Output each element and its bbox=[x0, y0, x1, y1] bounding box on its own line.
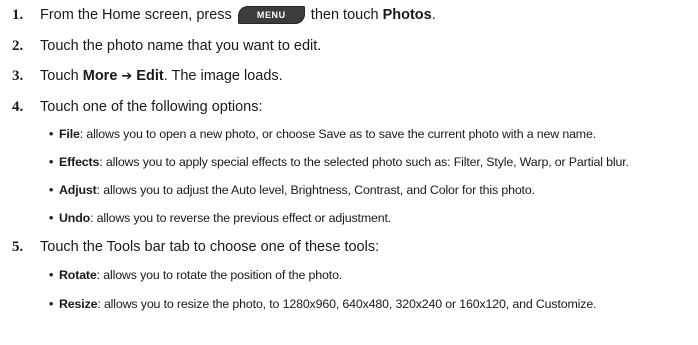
bullet-icon: • bbox=[49, 155, 54, 169]
option-effects: • Effects: allows you to apply special ef… bbox=[49, 152, 629, 172]
step-text: Touch the photo name that you want to ed… bbox=[40, 38, 322, 54]
step-bold-term: Edit bbox=[136, 68, 164, 84]
menu-key-icon: MENU bbox=[237, 6, 305, 24]
tool-term: Rotate bbox=[59, 268, 97, 282]
option-description: : allows you to adjust the Auto level, B… bbox=[96, 183, 535, 197]
option-term: Effects bbox=[59, 155, 100, 169]
option-file: • File: allows you to open a new photo, o… bbox=[49, 124, 596, 144]
option-description: : allows you to open a new photo, or cho… bbox=[79, 127, 597, 141]
bullet-icon: • bbox=[49, 127, 54, 141]
bullet-icon: • bbox=[49, 297, 54, 311]
step-number: 2. bbox=[12, 37, 24, 54]
step-text-part: Touch bbox=[40, 68, 79, 84]
step-number: 4. bbox=[12, 98, 24, 115]
step-number: 3. bbox=[12, 67, 24, 84]
step-text-part: From the Home screen, press bbox=[40, 7, 232, 23]
step-bold-term: More bbox=[82, 68, 118, 84]
option-term: File bbox=[59, 127, 80, 141]
bullet-icon: • bbox=[49, 268, 54, 282]
bullet-icon: • bbox=[49, 211, 54, 225]
instruction-page: 1. From the Home screen, press MENU then… bbox=[0, 0, 698, 345]
step-text-part: . The image loads. bbox=[163, 68, 283, 84]
right-arrow-icon: ➔ bbox=[121, 68, 133, 84]
step-text: Touch More ➔ Edit. The image loads. bbox=[40, 68, 283, 84]
option-description: : allows you to reverse the previous eff… bbox=[90, 211, 392, 225]
step-text: Touch the Tools bar tab to choose one of… bbox=[40, 239, 380, 255]
step-number: 5. bbox=[12, 238, 24, 255]
step-number: 1. bbox=[12, 6, 24, 23]
step-text: Touch one of the following options: bbox=[40, 99, 263, 115]
bullet-icon: • bbox=[49, 183, 54, 197]
step-bold-term: Photos bbox=[382, 7, 432, 23]
step-text-part: . bbox=[431, 7, 436, 23]
option-description: : allows you to apply special effects to… bbox=[99, 155, 629, 169]
option-adjust: • Adjust: allows you to adjust the Auto l… bbox=[49, 180, 535, 200]
tool-resize: • Resize: allows you to resize the photo,… bbox=[49, 294, 597, 314]
step-text-part: then touch bbox=[310, 7, 379, 23]
option-term: Adjust bbox=[59, 183, 97, 197]
option-term: Undo bbox=[59, 211, 91, 225]
tool-description: : allows you to resize the photo, to 128… bbox=[97, 297, 597, 311]
step-text: From the Home screen, press MENU then to… bbox=[40, 6, 436, 24]
option-undo: • Undo: allows you to reverse the previou… bbox=[49, 208, 391, 228]
tool-description: : allows you to rotate the position of t… bbox=[96, 268, 343, 282]
tool-rotate: • Rotate: allows you to rotate the positi… bbox=[49, 265, 342, 285]
tool-term: Resize bbox=[59, 297, 98, 311]
